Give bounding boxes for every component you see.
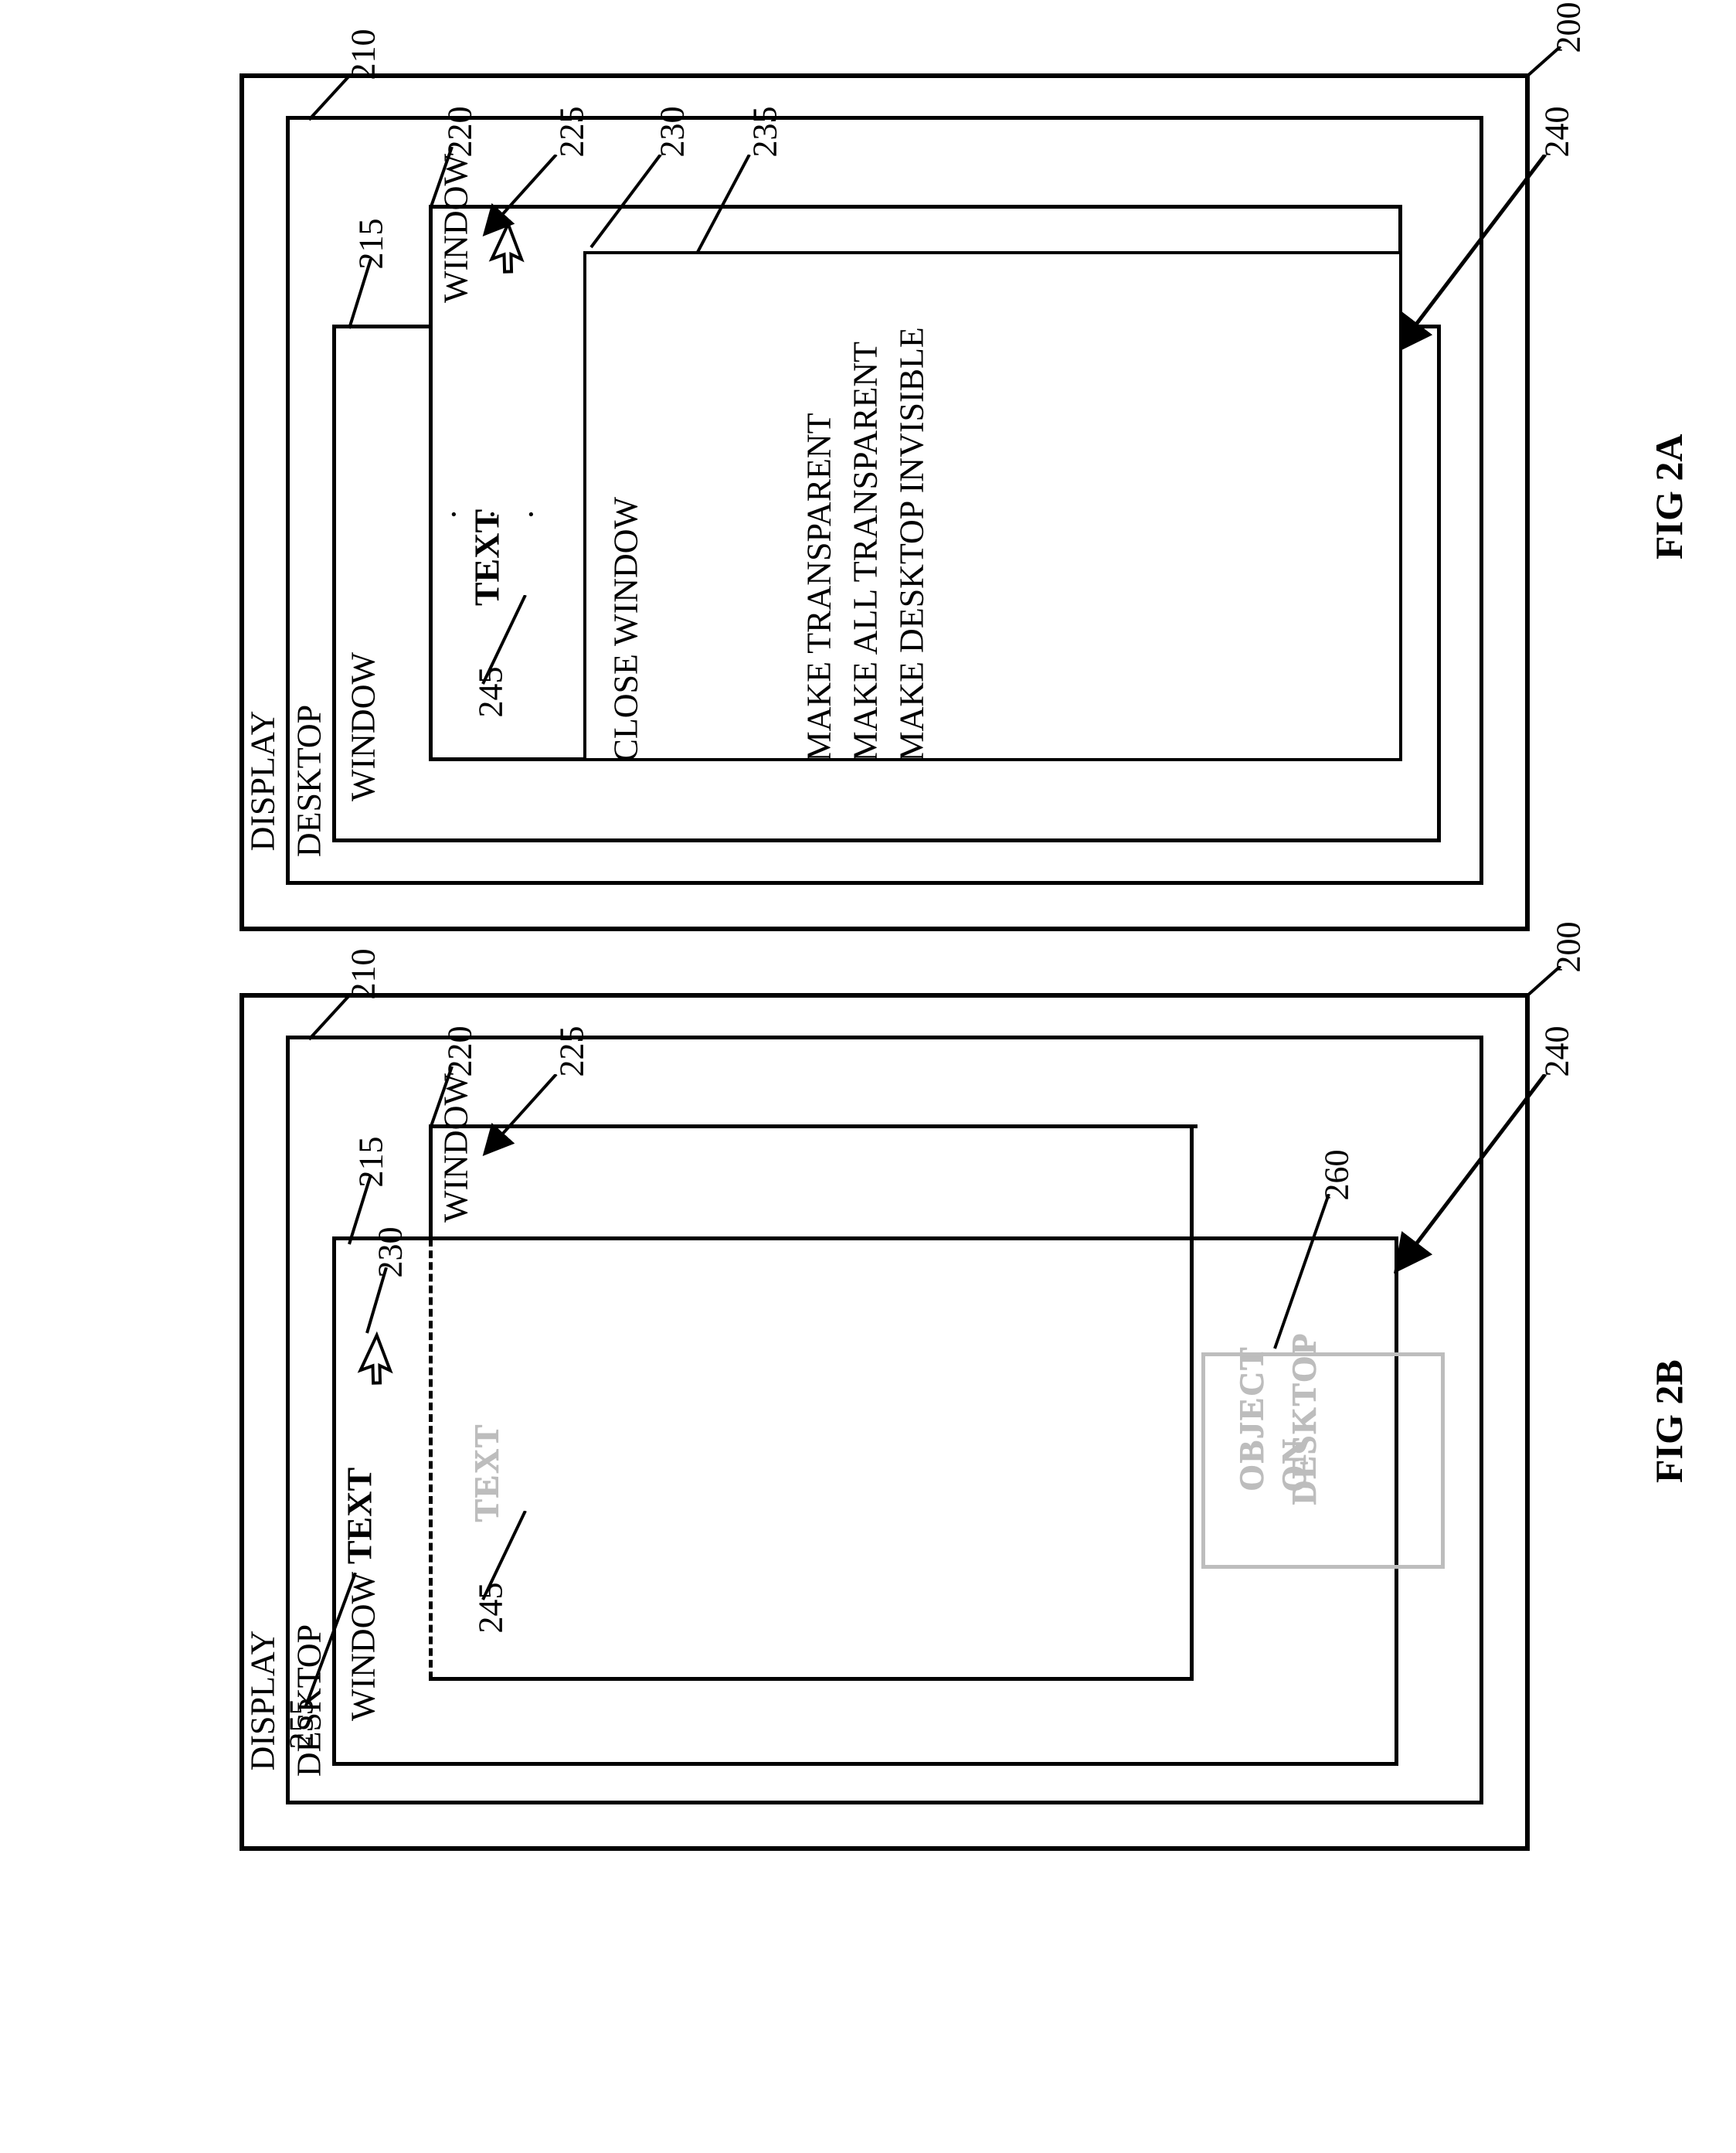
cursor-icon bbox=[467, 218, 529, 280]
fig2b-ref-245: 245 bbox=[471, 1577, 511, 1639]
menu-dot: . bbox=[502, 491, 542, 538]
fig2b-ref-220: 220 bbox=[440, 1021, 480, 1083]
menu-dot: . bbox=[425, 491, 464, 538]
fig2b-ref-200: 200 bbox=[1549, 917, 1588, 978]
fig2b-display-label: DISPLAY bbox=[243, 1616, 283, 1786]
fig2b-leader-225 bbox=[464, 1074, 595, 1167]
fig2b-window-front-bottom-dash bbox=[429, 1677, 1194, 1681]
fig2a-ref-230: 230 bbox=[653, 101, 692, 163]
fig2b-window-front-left-dash bbox=[429, 1239, 433, 1679]
fig2b-ref-240: 240 bbox=[1537, 1021, 1577, 1083]
fig2b-ref-210: 210 bbox=[344, 944, 383, 1005]
menu-make-all-transparent[interactable]: MAKE ALL TRANSPARENT bbox=[846, 236, 885, 762]
fig2a-ref-210: 210 bbox=[344, 24, 383, 86]
fig2a-ref-215: 215 bbox=[352, 213, 391, 275]
fig2a-ref-220: 220 bbox=[440, 101, 480, 163]
fig2b-ref-260: 260 bbox=[1317, 1145, 1357, 1206]
fig2b-window-front-topleft bbox=[429, 1124, 433, 1239]
menu-make-desktop-invisible[interactable]: MAKE DESKTOP INVISIBLE bbox=[892, 236, 932, 762]
menu-make-transparent[interactable]: MAKE TRANSPARENT bbox=[800, 236, 839, 762]
fig2a-display-label: DISPLAY bbox=[243, 696, 283, 866]
fig2a-ref-245: 245 bbox=[471, 662, 511, 723]
fig2b-ref-225: 225 bbox=[552, 1021, 592, 1083]
menu-close-window[interactable]: CLOSE WINDOW bbox=[606, 236, 646, 762]
fig2a-ref-225: 225 bbox=[552, 101, 592, 163]
fig2a-title: FIG 2A bbox=[1646, 405, 1691, 560]
fig2a-leader-240 bbox=[1383, 155, 1561, 371]
fig2a-window-back-label: WINDOW bbox=[344, 650, 383, 804]
fig2b-title: FIG 2B bbox=[1646, 1328, 1691, 1483]
fig2a-ref-240: 240 bbox=[1537, 101, 1577, 163]
fig2a-desktop-label: DESKTOP bbox=[290, 696, 329, 866]
fig2b-leader-260 bbox=[1267, 1194, 1344, 1356]
fig2b-ref-230: 230 bbox=[371, 1222, 410, 1284]
fig2b-leader-240 bbox=[1383, 1074, 1561, 1291]
fig2b-ref-255: 255 bbox=[282, 1693, 321, 1755]
fig2b-text-bold: TEXT bbox=[339, 1462, 380, 1570]
fig2a-ref-235: 235 bbox=[746, 101, 785, 163]
fig2b-ref-215: 215 bbox=[352, 1131, 391, 1193]
fig2b-obj-l1: OBJECT bbox=[1232, 1342, 1272, 1496]
fig2a-ref-200: 200 bbox=[1549, 0, 1588, 59]
fig2a-context-menu[interactable] bbox=[583, 251, 1402, 761]
menu-dot: . bbox=[464, 491, 503, 538]
